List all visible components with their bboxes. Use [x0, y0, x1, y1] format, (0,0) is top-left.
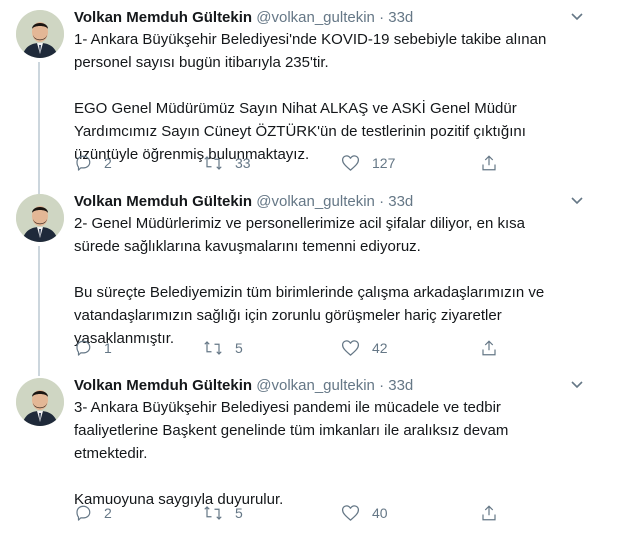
tweet-age[interactable]: 33d [388, 9, 413, 26]
tweet-content: Volkan Memduh Gültekin @volkan_gultekin … [74, 192, 594, 356]
tweet-actions: 2 33 127 [74, 153, 514, 173]
share-icon [482, 155, 496, 171]
reply-button[interactable]: 2 [74, 503, 112, 523]
share-button[interactable] [480, 153, 498, 173]
avatar[interactable] [16, 378, 64, 426]
author-name[interactable]: Volkan Memduh Gültekin [74, 193, 252, 210]
tweet-content: Volkan Memduh Gültekin @volkan_gultekin … [74, 8, 594, 171]
chevron-down-icon[interactable] [570, 12, 584, 22]
heart-icon [341, 155, 360, 171]
like-count: 127 [372, 155, 396, 171]
author-handle[interactable]: @volkan_gultekin [256, 193, 375, 210]
retweet-icon [204, 506, 222, 520]
author-handle[interactable]: @volkan_gultekin [256, 377, 375, 394]
chevron-down-icon[interactable] [570, 196, 584, 206]
reply-button[interactable]: 2 [74, 153, 112, 173]
retweet-count: 5 [235, 340, 243, 356]
retweet-icon [204, 156, 222, 170]
tweet-paragraph: 2- Genel Müdürlerimiz ve personellerimiz… [74, 215, 526, 255]
retweet-count: 33 [235, 155, 251, 171]
tweet-age[interactable]: 33d [388, 193, 413, 210]
like-button[interactable]: 40 [341, 503, 388, 523]
like-count: 40 [372, 505, 388, 521]
separator: · [379, 377, 385, 394]
tweet-content: Volkan Memduh Gültekin @volkan_gultekin … [74, 376, 594, 521]
reply-icon [76, 155, 91, 171]
heart-icon [341, 505, 360, 521]
tweet-header: Volkan Memduh Gültekin @volkan_gultekin … [74, 8, 594, 28]
reply-count: 1 [104, 340, 112, 356]
chevron-down-icon[interactable] [570, 380, 584, 390]
reply-count: 2 [104, 155, 112, 171]
author-name[interactable]: Volkan Memduh Gültekin [74, 377, 252, 394]
tweet-text: 1- Ankara Büyükşehir Belediyesi'nde KOVI… [74, 28, 594, 166]
tweet-actions: 2 5 40 [74, 503, 514, 523]
retweet-icon [204, 341, 222, 355]
tweet-age[interactable]: 33d [388, 377, 413, 394]
share-icon [482, 340, 496, 356]
tweet-header: Volkan Memduh Gültekin @volkan_gultekin … [74, 192, 594, 212]
separator: · [379, 193, 385, 210]
like-count: 42 [372, 340, 388, 356]
retweet-button[interactable]: 5 [203, 338, 243, 358]
thread-line [38, 246, 40, 376]
like-button[interactable]: 127 [341, 153, 395, 173]
tweet-paragraph: 3- Ankara Büyükşehir Belediyesi pandemi … [74, 399, 509, 462]
tweet-header: Volkan Memduh Gültekin @volkan_gultekin … [74, 376, 594, 396]
author-name[interactable]: Volkan Memduh Gültekin [74, 9, 252, 26]
reply-button[interactable]: 1 [74, 338, 112, 358]
thread-line [38, 62, 40, 202]
share-icon [482, 505, 496, 521]
reply-icon [76, 505, 91, 521]
share-button[interactable] [480, 338, 498, 358]
tweet-actions: 1 5 42 [74, 338, 514, 358]
separator: · [379, 9, 385, 26]
avatar[interactable] [16, 10, 64, 58]
reply-count: 2 [104, 505, 112, 521]
author-handle[interactable]: @volkan_gultekin [256, 9, 375, 26]
heart-icon [341, 340, 360, 356]
like-button[interactable]: 42 [341, 338, 388, 358]
reply-icon [76, 340, 91, 356]
avatar[interactable] [16, 194, 64, 242]
share-button[interactable] [480, 503, 498, 523]
tweet-paragraph: 1- Ankara Büyükşehir Belediyesi'nde KOVI… [74, 31, 547, 71]
tweet[interactable]: Volkan Memduh Gültekin @volkan_gultekin … [0, 376, 617, 526]
retweet-button[interactable]: 5 [203, 503, 243, 523]
tweet[interactable]: Volkan Memduh Gültekin @volkan_gultekin … [0, 192, 617, 376]
retweet-count: 5 [235, 505, 243, 521]
tweet-text: 3- Ankara Büyükşehir Belediyesi pandemi … [74, 396, 594, 511]
retweet-button[interactable]: 33 [203, 153, 251, 173]
tweet-text: 2- Genel Müdürlerimiz ve personellerimiz… [74, 212, 594, 350]
tweet[interactable]: Volkan Memduh Gültekin @volkan_gultekin … [0, 8, 617, 202]
